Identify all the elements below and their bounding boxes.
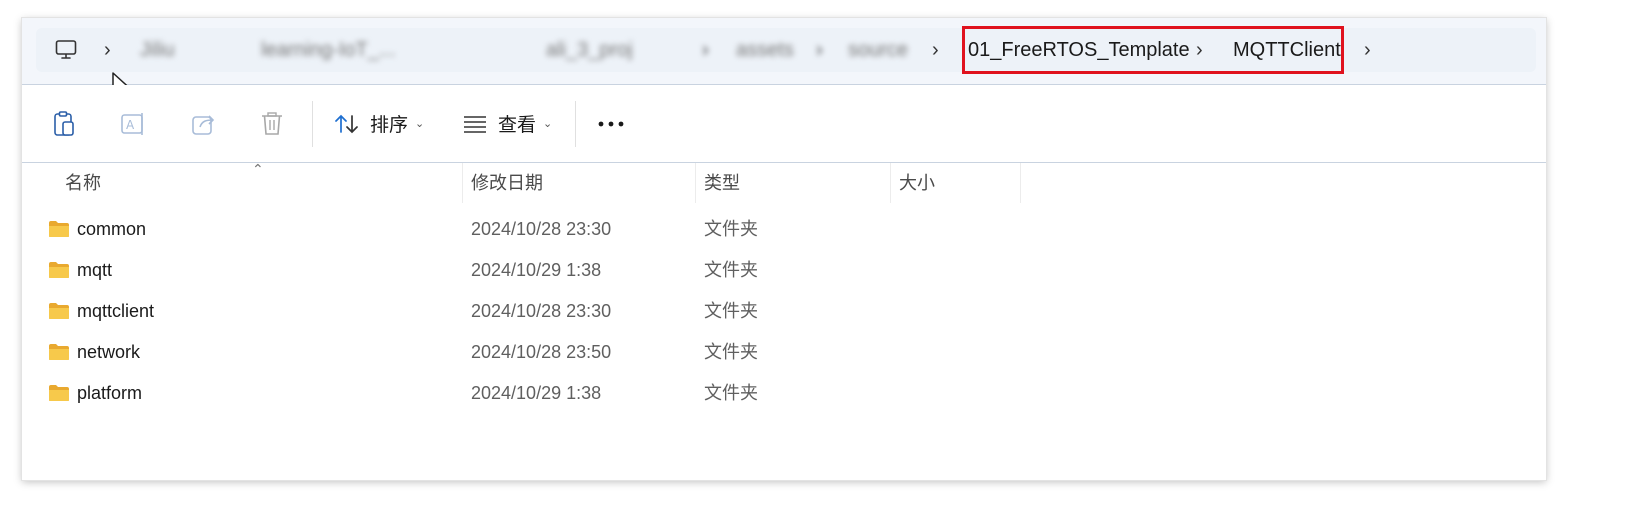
folder-icon xyxy=(49,303,69,319)
chevron-down-icon: ⌄ xyxy=(543,118,553,130)
this-pc-icon[interactable] xyxy=(54,28,78,72)
file-modified: 2024/10/29 1:38 xyxy=(471,260,602,280)
sort-icon xyxy=(335,114,358,133)
share-button[interactable] xyxy=(190,85,218,162)
sort-button[interactable]: 排序 ⌄ xyxy=(334,85,424,162)
file-type: 文件夹 xyxy=(704,219,758,239)
chevron-down-icon: ⌄ xyxy=(415,118,425,130)
breadcrumb-item[interactable]: Jiliu xyxy=(140,28,174,72)
file-type: 文件夹 xyxy=(704,260,758,280)
file-name: common xyxy=(77,219,147,239)
breadcrumb-item[interactable]: learning-IoT_... xyxy=(261,28,396,72)
file-modified: 2024/10/28 23:30 xyxy=(471,301,612,321)
chevron-right-icon[interactable]: › xyxy=(816,28,823,72)
file-type: 文件夹 xyxy=(704,383,758,403)
file-name: mqtt xyxy=(77,260,113,280)
folder-icon xyxy=(49,344,69,360)
clipboard-icon xyxy=(54,110,74,136)
table-row[interactable]: common 2024/10/28 23:30 文件夹 xyxy=(22,209,1546,250)
more-options-button[interactable] xyxy=(598,85,626,162)
file-modified: 2024/10/28 23:50 xyxy=(471,342,612,362)
file-modified: 2024/10/29 1:38 xyxy=(471,383,602,403)
column-divider[interactable] xyxy=(695,163,696,203)
rename-icon: A xyxy=(121,112,143,135)
sort-ascending-icon: ⌃ xyxy=(252,161,264,177)
list-view-icon xyxy=(464,115,486,133)
column-header-modified[interactable]: 修改日期 xyxy=(471,163,543,203)
table-row[interactable]: network 2024/10/28 23:50 文件夹 xyxy=(22,332,1546,373)
breadcrumb-item[interactable]: assets xyxy=(736,28,794,72)
file-name: mqttclient xyxy=(77,301,155,321)
view-button[interactable]: 查看 ⌄ xyxy=(462,85,552,162)
column-header-name[interactable]: 名称 xyxy=(65,163,101,203)
highlight-annotation-box xyxy=(962,26,1344,74)
toolbar-divider xyxy=(312,101,313,147)
paste-button[interactable] xyxy=(52,85,78,162)
chevron-right-icon[interactable]: › xyxy=(702,28,709,72)
sort-label: 排序 xyxy=(370,115,409,136)
table-row[interactable]: mqttclient 2024/10/28 23:30 文件夹 xyxy=(22,291,1546,332)
folder-icon xyxy=(49,262,69,278)
rename-button[interactable]: A xyxy=(120,85,148,162)
chevron-right-icon[interactable]: › xyxy=(932,28,939,72)
trash-icon xyxy=(262,111,282,135)
file-name: network xyxy=(77,342,141,362)
toolbar-divider xyxy=(575,101,576,147)
more-icon xyxy=(598,121,624,126)
share-icon xyxy=(192,114,215,135)
breadcrumb-item[interactable]: ali_3_proj xyxy=(546,28,633,72)
chevron-right-icon[interactable]: › xyxy=(1364,28,1371,72)
file-type: 文件夹 xyxy=(704,342,758,362)
file-name: platform xyxy=(77,383,143,403)
column-divider[interactable] xyxy=(462,163,463,203)
column-header-type[interactable]: 类型 xyxy=(704,163,740,203)
file-modified: 2024/10/28 23:30 xyxy=(471,219,612,239)
breadcrumb-item[interactable]: source xyxy=(848,28,908,72)
file-type: 文件夹 xyxy=(704,301,758,321)
column-divider[interactable] xyxy=(1020,163,1021,203)
table-row[interactable]: mqtt 2024/10/29 1:38 文件夹 xyxy=(22,250,1546,291)
command-bar: A 排序 ⌄ 查看 ⌄ xyxy=(22,85,1546,163)
svg-text:A: A xyxy=(126,118,135,132)
column-header-size[interactable]: 大小 xyxy=(899,163,935,203)
address-bar: › Jiliu learning-IoT_... ali_3_proj › as… xyxy=(22,18,1546,85)
chevron-right-icon[interactable]: › xyxy=(104,28,111,72)
column-divider[interactable] xyxy=(890,163,891,203)
delete-button[interactable] xyxy=(260,85,284,162)
view-label: 查看 xyxy=(498,115,537,136)
column-header-row: ⌃ 名称 修改日期 类型 大小 xyxy=(22,161,1546,203)
file-explorer-window: › Jiliu learning-IoT_... ali_3_proj › as… xyxy=(22,18,1546,480)
folder-icon xyxy=(49,221,69,237)
table-row[interactable]: platform 2024/10/29 1:38 文件夹 xyxy=(22,373,1546,414)
folder-icon xyxy=(49,385,69,401)
